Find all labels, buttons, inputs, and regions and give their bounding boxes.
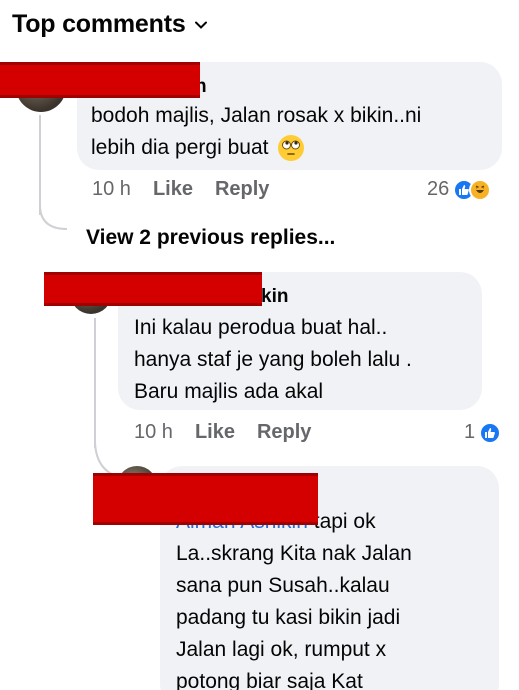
reply-text: Aiman Ashikin tapi ok La..skrang Kita na…: [176, 506, 412, 690]
reply-line: potong biar saja Kat: [176, 670, 363, 690]
reply-actions: 10 h Like Reply: [134, 421, 311, 444]
reply-line: Baru majlis ada akal: [134, 380, 324, 403]
reply-button[interactable]: Reply: [257, 421, 311, 444]
reply-line: padang tu kasi bikin jadi: [176, 606, 401, 629]
comment-time[interactable]: 10 h: [92, 178, 131, 201]
reply-line: Jalan lagi ok, rumput x: [176, 638, 387, 661]
like-button[interactable]: Like: [195, 421, 235, 444]
reply-text: Ini kalau perodua buat hal.. hanya staf …: [134, 312, 412, 408]
thread-line: [39, 115, 41, 215]
top-comments-filter[interactable]: Top comments: [12, 10, 208, 39]
reaction-count: 26: [427, 178, 450, 200]
redaction-bar: [44, 272, 262, 306]
reaction-summary[interactable]: 26: [427, 178, 492, 201]
comment-actions: 10 h Like Reply: [92, 178, 269, 201]
thread-curve: [39, 205, 68, 230]
like-reaction-icon: [479, 421, 502, 444]
comment-line: lebih dia pergi buat: [91, 132, 421, 164]
redaction-bar: [93, 473, 318, 525]
page-title: Top comments: [12, 10, 186, 38]
reply-line: Ini kalau perodua buat hal..: [134, 316, 388, 339]
reply-line: hanya staf je yang boleh lalu .: [134, 348, 412, 371]
redaction-bar: [0, 62, 200, 98]
view-previous-replies-link[interactable]: View 2 previous replies...: [86, 226, 335, 250]
like-button[interactable]: Like: [153, 178, 193, 201]
chevron-down-icon: [194, 21, 207, 29]
rolling-eyes-emoji-icon: [278, 135, 305, 162]
haha-reaction-icon: [469, 178, 492, 201]
comment-line: bodoh majlis, Jalan rosak x bikin..ni: [91, 104, 422, 127]
comments-panel: Top comments n bodoh majlis, Jalan rosak…: [0, 0, 519, 690]
reaction-summary[interactable]: 1: [464, 421, 502, 444]
comment-text: bodoh majlis, Jalan rosak x bikin..ni le…: [91, 100, 421, 164]
reply-button[interactable]: Reply: [215, 178, 269, 201]
reaction-count: 1: [464, 421, 476, 443]
thread-line-reply: [94, 318, 96, 448]
reply-line: sana pun Susah..kalau: [176, 574, 390, 597]
reply-author[interactable]: kin: [261, 286, 288, 308]
reply-line: La..skrang Kita nak Jalan: [176, 542, 412, 565]
reply-time[interactable]: 10 h: [134, 421, 173, 444]
